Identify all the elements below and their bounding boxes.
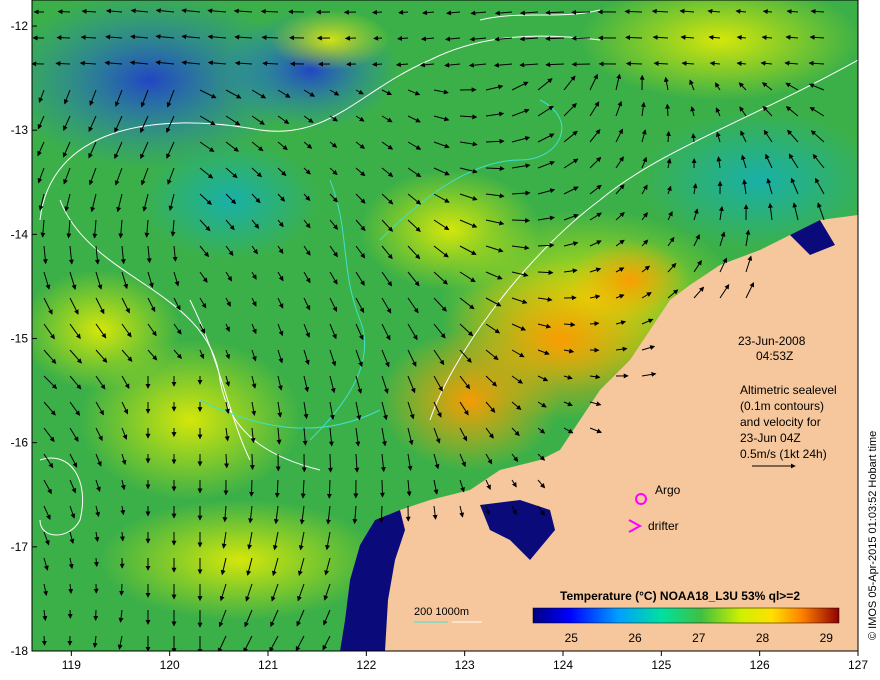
lon-tick-label: 123	[455, 658, 475, 672]
sst-map: -12 -13 -14 -15 -16 -17 -18 119 120 121 122 123 124…	[11, 0, 879, 672]
lon-tick-label: 127	[848, 658, 868, 672]
velocity-arrow	[55, 61, 71, 67]
velocity-arrow	[249, 453, 255, 471]
velocity-arrow	[371, 61, 383, 67]
lat-tick-label: -12	[11, 19, 29, 33]
velocity-arrow	[665, 103, 671, 117]
lat-tick-label: -17	[11, 540, 29, 554]
credit-text: © IMOS 05-Apr-2015 01:03:52 Hobart time	[867, 431, 879, 640]
colorbar-tick-label: 28	[756, 631, 770, 645]
lon-tick-label: 124	[553, 658, 573, 672]
velocity-arrow	[56, 35, 71, 41]
velocity-arrow	[260, 8, 279, 14]
velocity-arrow	[624, 9, 643, 15]
colorbar-tick-label: 27	[692, 631, 706, 645]
velocity-arrow	[326, 479, 332, 499]
velocity-arrow	[398, 9, 409, 15]
lon-tick-label: 120	[160, 658, 180, 672]
velocity-arrow	[41, 635, 47, 646]
lat-tick-label: -15	[11, 332, 29, 346]
lon-tick-label: 122	[356, 658, 376, 672]
velocity-arrow	[261, 34, 279, 40]
note-line-4: 23-Jun 04Z	[740, 431, 801, 445]
note-line-2: (0.1m contours)	[740, 399, 824, 413]
velocity-arrow	[537, 270, 554, 275]
lon-tick-label: 125	[651, 658, 671, 672]
velocity-arrow	[327, 453, 333, 473]
velocity-arrow	[625, 35, 643, 41]
colorbar-tick-label: 29	[820, 631, 834, 645]
velocity-arrow	[511, 217, 531, 223]
velocity-arrow	[262, 60, 279, 66]
lon-tick-label: 119	[62, 658, 81, 672]
lat-tick-label: -14	[11, 227, 29, 241]
colorbar-title: Temperature (°C) NOAA18_L3U 53% ql>=2	[560, 589, 800, 603]
depth-label: 200 1000m	[414, 606, 469, 618]
argo-label: Argo	[655, 483, 681, 497]
velocity-arrow	[625, 61, 643, 67]
date-label: 23-Jun-2008	[738, 334, 806, 348]
longitude-axis: 119 120 121 122 123 124 125 126 127	[62, 651, 868, 672]
velocity-arrow	[249, 479, 255, 497]
colorbar-tick-label: 25	[565, 631, 579, 645]
note-line-1: Altimetric sealevel	[740, 383, 837, 397]
note-line-5: 0.5m/s (1kt 24h)	[740, 447, 827, 461]
lat-tick-label: -13	[11, 123, 29, 137]
colorbar-tick-label: 26	[628, 631, 642, 645]
time-label: 04:53Z	[756, 349, 793, 363]
velocity-arrow	[378, 505, 384, 524]
velocity-arrow	[371, 9, 383, 15]
lat-tick-label: -16	[11, 436, 29, 450]
drifter-label: drifter	[648, 519, 679, 533]
lat-tick-label: -18	[11, 644, 29, 658]
lon-tick-label: 126	[750, 658, 770, 672]
velocity-arrow	[379, 479, 385, 498]
velocity-arrow	[57, 9, 71, 15]
velocity-arrow	[485, 166, 505, 172]
colorbar-gradient	[532, 607, 840, 624]
lon-tick-label: 121	[258, 658, 278, 672]
velocity-arrow	[373, 35, 383, 41]
note-line-3: and velocity for	[740, 415, 821, 429]
velocity-arrow	[665, 130, 671, 143]
velocity-arrow	[119, 583, 125, 596]
